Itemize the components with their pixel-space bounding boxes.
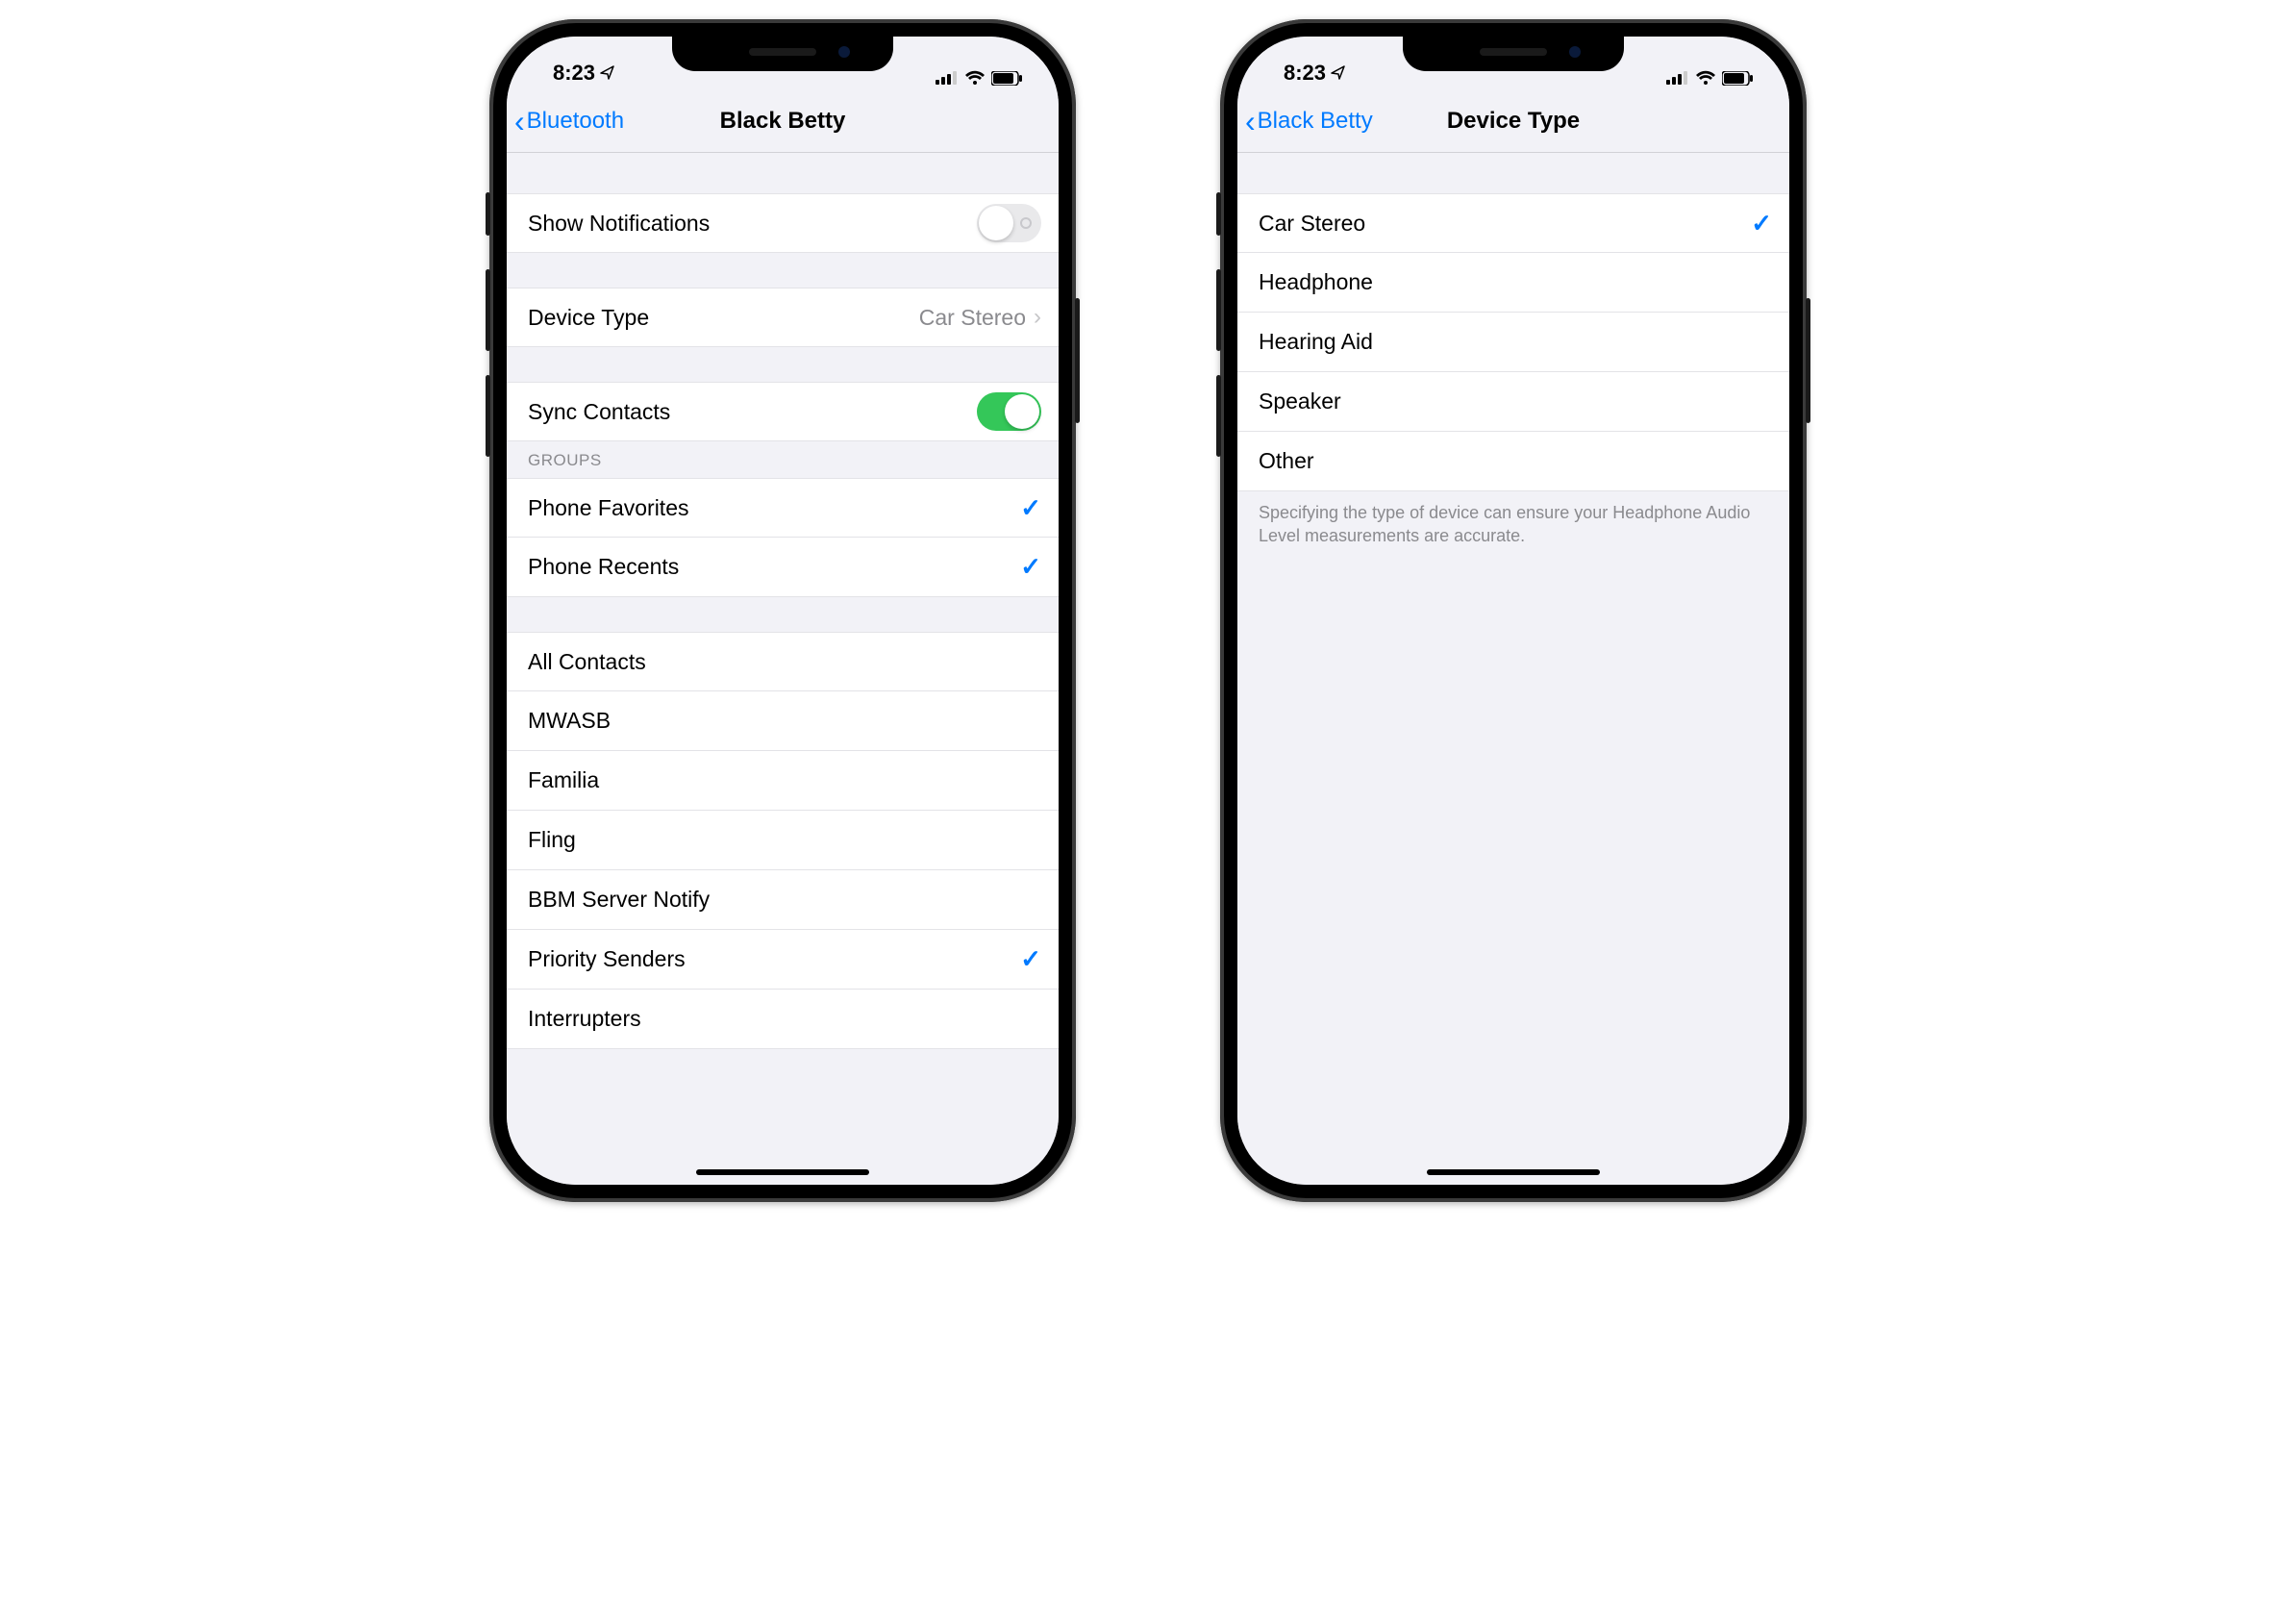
back-button[interactable]: ‹ Black Betty	[1237, 106, 1373, 137]
option-speaker[interactable]: Speaker	[1237, 372, 1789, 432]
chevron-left-icon: ‹	[1245, 106, 1258, 137]
row-label: Sync Contacts	[528, 399, 670, 425]
row-phone-favorites[interactable]: Phone Favorites ✓	[507, 478, 1059, 538]
home-indicator[interactable]	[696, 1169, 869, 1175]
option-label: Headphone	[1259, 269, 1373, 295]
phone-mockup-left: 8:23 ‹ Bluetooth	[489, 19, 1076, 1202]
check-icon: ✓	[1020, 944, 1041, 974]
battery-icon	[1722, 71, 1753, 86]
row-label: Priority Senders	[528, 946, 686, 972]
row-label: Phone Favorites	[528, 495, 688, 521]
section-footer: Specifying the type of device can ensure…	[1237, 491, 1789, 558]
row-phone-recents[interactable]: Phone Recents ✓	[507, 538, 1059, 597]
row-fling[interactable]: Fling	[507, 811, 1059, 870]
check-icon: ✓	[1751, 209, 1772, 238]
notch	[1403, 35, 1624, 71]
option-headphone[interactable]: Headphone	[1237, 253, 1789, 313]
section-header-groups: GROUPS	[507, 441, 1059, 478]
row-label: Phone Recents	[528, 554, 679, 580]
location-icon	[600, 65, 615, 81]
back-label: Bluetooth	[527, 108, 624, 135]
check-icon: ✓	[1020, 552, 1041, 582]
signal-icon	[1666, 71, 1689, 85]
row-label: Show Notifications	[528, 211, 710, 237]
toggle-show-notifications[interactable]	[977, 204, 1041, 242]
option-label: Hearing Aid	[1259, 329, 1373, 355]
device-type-list: Car Stereo ✓ Headphone Hearing Aid Speak…	[1237, 153, 1789, 1185]
signal-icon	[936, 71, 959, 85]
row-interrupters[interactable]: Interrupters	[507, 990, 1059, 1049]
chevron-left-icon: ‹	[514, 106, 527, 137]
row-sync-contacts[interactable]: Sync Contacts	[507, 382, 1059, 441]
back-label: Black Betty	[1258, 108, 1373, 135]
row-familia[interactable]: Familia	[507, 751, 1059, 811]
option-hearing-aid[interactable]: Hearing Aid	[1237, 313, 1789, 372]
wifi-icon	[1695, 70, 1716, 86]
row-label: All Contacts	[528, 649, 646, 675]
wifi-icon	[964, 70, 986, 86]
row-label: Familia	[528, 767, 599, 793]
nav-bar: ‹ Black Betty Device Type	[1237, 89, 1789, 153]
home-indicator[interactable]	[1427, 1169, 1600, 1175]
row-label: MWASB	[528, 708, 611, 734]
option-label: Car Stereo	[1259, 211, 1365, 237]
row-label: BBM Server Notify	[528, 887, 710, 913]
page-title: Device Type	[1447, 108, 1580, 135]
row-show-notifications[interactable]: Show Notifications	[507, 193, 1059, 253]
back-button[interactable]: ‹ Bluetooth	[507, 106, 624, 137]
status-time: 8:23	[1284, 61, 1326, 86]
row-device-type[interactable]: Device Type Car Stereo ›	[507, 288, 1059, 347]
location-icon	[1331, 65, 1346, 81]
row-value: Car Stereo	[919, 305, 1026, 331]
option-label: Other	[1259, 448, 1314, 474]
phone-mockup-right: 8:23 ‹ Black Betty	[1220, 19, 1807, 1202]
row-priority-senders[interactable]: Priority Senders ✓	[507, 930, 1059, 990]
toggle-sync-contacts[interactable]	[977, 392, 1041, 431]
settings-list: Show Notifications Device Type Car Stere…	[507, 153, 1059, 1185]
nav-bar: ‹ Bluetooth Black Betty	[507, 89, 1059, 153]
row-mwasb[interactable]: MWASB	[507, 691, 1059, 751]
row-label: Device Type	[528, 305, 649, 331]
row-bbm-server-notify[interactable]: BBM Server Notify	[507, 870, 1059, 930]
option-car-stereo[interactable]: Car Stereo ✓	[1237, 193, 1789, 253]
check-icon: ✓	[1020, 493, 1041, 523]
chevron-right-icon: ›	[1034, 304, 1041, 331]
notch	[672, 35, 893, 71]
option-other[interactable]: Other	[1237, 432, 1789, 491]
row-label: Fling	[528, 827, 576, 853]
battery-icon	[991, 71, 1022, 86]
page-title: Black Betty	[720, 108, 846, 135]
row-label: Interrupters	[528, 1006, 641, 1032]
option-label: Speaker	[1259, 388, 1341, 414]
status-time: 8:23	[553, 61, 595, 86]
row-all-contacts[interactable]: All Contacts	[507, 632, 1059, 691]
